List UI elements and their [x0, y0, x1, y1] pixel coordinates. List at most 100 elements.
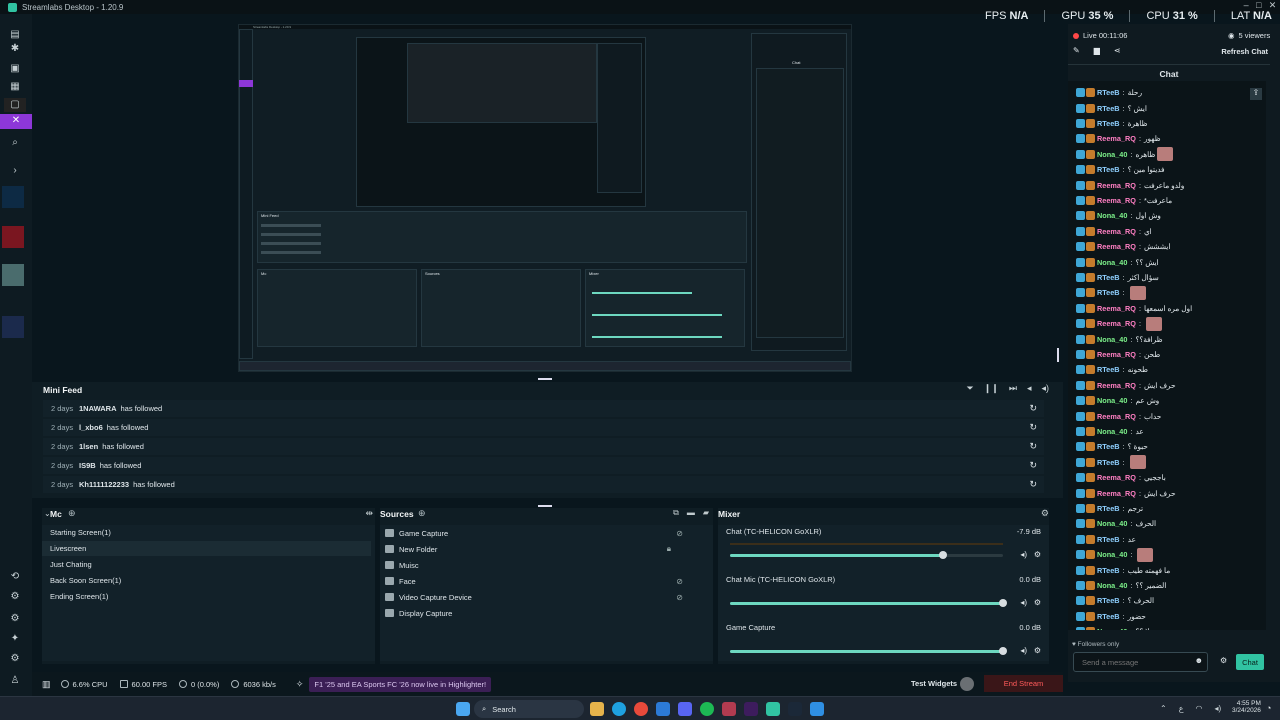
source-item[interactable]: Game Capture ⊘	[380, 525, 713, 541]
scene-item[interactable]: Starting Screen(1)	[42, 525, 371, 540]
chat-username[interactable]: RTeeB	[1097, 504, 1120, 513]
volume-slider[interactable]	[730, 599, 1007, 607]
highlighter-icon[interactable]: ✦	[8, 632, 22, 646]
stats-chart-icon[interactable]: ▥	[42, 679, 51, 690]
avatar[interactable]	[2, 316, 24, 338]
avatar[interactable]	[2, 264, 24, 286]
scrollbar-handle[interactable]	[1057, 348, 1059, 362]
pin-icon[interactable]: ⇪	[1250, 88, 1262, 100]
chat-username[interactable]: Nona_40	[1097, 335, 1127, 344]
source-item[interactable]: Display Capture	[380, 605, 713, 621]
mixer-settings-icon[interactable]: ⚙	[1041, 508, 1049, 519]
notification-icon[interactable]: ◔	[1266, 703, 1271, 713]
windows-start-icon[interactable]	[456, 702, 470, 716]
stream-preview[interactable]: Streamlabs Desktop - 1.20.9 Mini Feed Mc…	[238, 24, 852, 372]
chat-username[interactable]: RTeeB	[1097, 104, 1120, 113]
dashboard-icon[interactable]: ▦	[8, 80, 22, 94]
gear-icon[interactable]: ⚙	[8, 652, 22, 666]
chat-username[interactable]: Reema_RQ	[1097, 473, 1136, 482]
refresh-chat-button[interactable]: Refresh Chat	[1221, 47, 1268, 56]
chat-username[interactable]: Reema_RQ	[1097, 412, 1136, 421]
chat-username[interactable]: RTeeB	[1097, 288, 1120, 297]
themes-icon[interactable]: ✱	[8, 42, 22, 56]
replay-icon[interactable]: ↻	[1029, 460, 1037, 471]
highlighter-banner[interactable]: F1 '25 and EA Sports FC '26 now live in …	[309, 676, 492, 692]
steam-icon[interactable]	[788, 702, 802, 716]
language-icon[interactable]: ع	[1179, 704, 1184, 713]
volume-slider[interactable]	[730, 551, 1003, 559]
scene-transition-icon[interactable]: ⇹	[365, 508, 373, 519]
speaker-icon[interactable]: ◂)	[1020, 598, 1027, 607]
chat-settings-icon[interactable]: ⚙	[1220, 656, 1227, 665]
source-widget-icon[interactable]: ⧉	[673, 508, 679, 518]
save-icon[interactable]: ▆	[1094, 46, 1100, 55]
settings-icon[interactable]: ⚙	[8, 590, 22, 604]
resize-handle[interactable]	[538, 505, 552, 507]
file-explorer-icon[interactable]	[590, 702, 604, 716]
folder-icon[interactable]: ▬	[687, 508, 695, 518]
tab-nav-icon[interactable]: ▢	[4, 98, 26, 112]
volume-knob[interactable]	[999, 599, 1007, 607]
channel-settings-icon[interactable]: ⚙	[1034, 550, 1041, 559]
chat-username[interactable]: Reema_RQ	[1097, 381, 1136, 390]
test-widgets-button[interactable]: Test Widgets	[911, 679, 957, 688]
chevron-right-icon[interactable]: ›	[8, 164, 22, 178]
chat-message-input[interactable]	[1082, 653, 1182, 671]
filter-icon[interactable]: ⏷	[967, 383, 974, 394]
volume-icon[interactable]: ◂)	[1041, 383, 1049, 394]
scene-item-active[interactable]: Livescreen	[42, 541, 371, 556]
add-source-icon[interactable]: ⊕	[418, 508, 426, 519]
obs-icon[interactable]	[744, 702, 758, 716]
chat-username[interactable]: Nona_40	[1097, 150, 1127, 159]
resize-handle[interactable]	[538, 378, 552, 380]
chat-username[interactable]: Nona_40	[1097, 581, 1127, 590]
source-item[interactable]: Video Capture Device ⊘	[380, 589, 713, 605]
emoji-icon[interactable]: ☻	[1195, 656, 1203, 665]
store-icon[interactable]: ▣	[8, 62, 22, 76]
chat-username[interactable]: RTeeB	[1097, 88, 1120, 97]
discord-icon[interactable]	[678, 702, 692, 716]
chat-username[interactable]: RTeeB	[1097, 165, 1120, 174]
profile-icon[interactable]: ♙	[8, 674, 22, 688]
chat-username[interactable]: Nona_40	[1097, 627, 1127, 630]
volume-knob[interactable]	[999, 647, 1007, 655]
replay-icon[interactable]: ↻	[1029, 479, 1037, 490]
edit-icon[interactable]: ✎	[1073, 46, 1080, 55]
taskbar-search[interactable]: ⌕ Search	[474, 700, 584, 718]
chat-username[interactable]: Reema_RQ	[1097, 196, 1136, 205]
record-button[interactable]	[960, 677, 974, 691]
app-icon[interactable]	[722, 702, 736, 716]
chat-username[interactable]: RTeeB	[1097, 612, 1120, 621]
source-item[interactable]: New Folder 🔒︎	[380, 541, 713, 557]
lock-icon[interactable]: 🔒︎	[667, 544, 671, 554]
replay-icon[interactable]: ↻	[1029, 422, 1037, 433]
avatar[interactable]	[2, 186, 24, 208]
close-panel-icon[interactable]: ✕	[0, 114, 32, 129]
add-scene-icon[interactable]: ⊕	[68, 508, 76, 519]
channel-settings-icon[interactable]: ⚙	[1034, 598, 1041, 607]
chat-username[interactable]: RTeeB	[1097, 566, 1120, 575]
mail-icon[interactable]	[656, 702, 670, 716]
chevron-up-icon[interactable]: ⌃	[1160, 704, 1167, 713]
chat-username[interactable]: Nona_40	[1097, 258, 1127, 267]
volume-slider[interactable]	[730, 647, 1007, 655]
visibility-off-icon[interactable]: ⊘	[676, 529, 683, 538]
chat-username[interactable]: RTeeB	[1097, 119, 1120, 128]
chat-username[interactable]: Nona_40	[1097, 550, 1127, 559]
replay-icon[interactable]: ↻	[1029, 403, 1037, 414]
chat-username[interactable]: Nona_40	[1097, 211, 1127, 220]
chat-username[interactable]: Nona_40	[1097, 396, 1127, 405]
edge-icon[interactable]	[612, 702, 626, 716]
avatar[interactable]	[2, 226, 24, 248]
studio-mode-icon[interactable]: ⟲	[8, 570, 22, 584]
alert-icon[interactable]: ◂	[1027, 383, 1032, 394]
speaker-icon[interactable]: ◂)	[1020, 550, 1027, 559]
visibility-off-icon[interactable]: ⊘	[676, 577, 683, 586]
chat-username[interactable]: Reema_RQ	[1097, 134, 1136, 143]
source-item[interactable]: Muisc	[380, 557, 713, 573]
chat-username[interactable]: Reema_RQ	[1097, 181, 1136, 190]
add-folder-icon[interactable]: ▰	[703, 508, 709, 518]
source-item[interactable]: Face ⊘	[380, 573, 713, 589]
skip-icon[interactable]: ⏭	[1009, 383, 1017, 394]
chat-username[interactable]: RTeeB	[1097, 442, 1120, 451]
